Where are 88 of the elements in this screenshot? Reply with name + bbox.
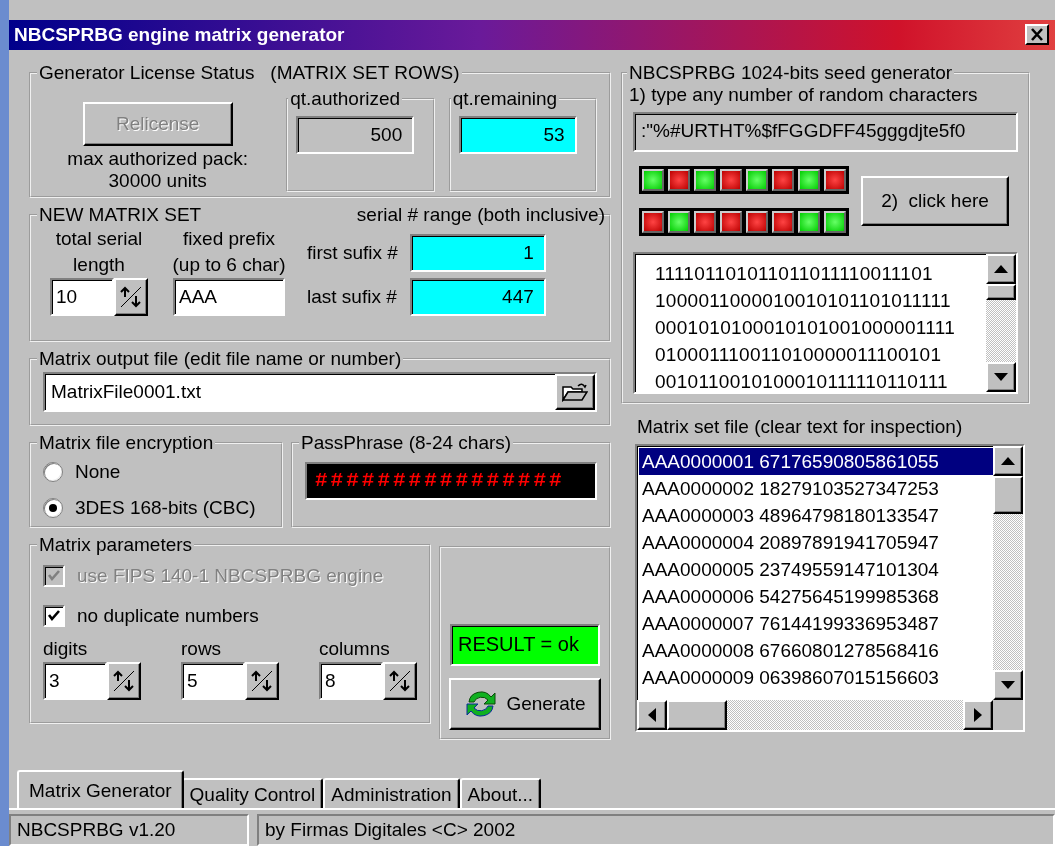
close-button[interactable] bbox=[1025, 24, 1049, 46]
tab[interactable]: About... bbox=[459, 778, 542, 808]
down-arrow-icon bbox=[1001, 680, 1015, 689]
tab[interactable]: Administration bbox=[323, 778, 460, 808]
up-arrow-icon bbox=[1001, 456, 1015, 465]
left-arrow-icon bbox=[648, 707, 656, 722]
window-title: NBCSPRBG engine matrix generator bbox=[14, 23, 345, 46]
down-arrow-icon bbox=[994, 372, 1008, 381]
tab[interactable]: Matrix Generator bbox=[17, 770, 184, 808]
max-pack-text: max authorized pack: bbox=[67, 147, 248, 170]
browse-button[interactable] bbox=[555, 373, 595, 410]
radio-button[interactable] bbox=[43, 497, 63, 518]
bit-string: 111101101011011011110011101 bbox=[655, 261, 934, 286]
group-title: Matrix file encryption bbox=[38, 431, 215, 454]
field-label: columns bbox=[319, 637, 391, 660]
prefix-field[interactable]: AAA bbox=[173, 277, 285, 316]
list-row[interactable]: AAA0000004 20897891941705947 bbox=[639, 528, 993, 556]
instruction-text: 1) type any number of random characters bbox=[629, 83, 979, 106]
list-row[interactable]: AAA0000001 67176590805861055 bbox=[639, 447, 993, 475]
radio-label: 3DES 168-bits (CBC) bbox=[75, 496, 256, 519]
list-row[interactable]: AAA0000006 54275645199985368 bbox=[639, 582, 993, 610]
generate-button[interactable]: Generate bbox=[449, 677, 601, 730]
list-row[interactable]: AAA0000005 23749559147101304 bbox=[639, 555, 993, 583]
authorized-count-field: 500 bbox=[296, 115, 415, 154]
field-label: qt.remaining bbox=[451, 87, 559, 110]
number-field[interactable]: 8 bbox=[319, 661, 383, 700]
bit-string: 0001010100010101001000001111 bbox=[655, 315, 957, 340]
click-here-button[interactable]: 2) click here bbox=[861, 175, 1009, 226]
number-field[interactable]: 3 bbox=[43, 661, 107, 700]
field-label: qt.authorized bbox=[289, 87, 402, 110]
checkbox-label: use FIPS 140-1 NBCSPRBG engine bbox=[77, 564, 384, 587]
tab[interactable]: Quality Control bbox=[181, 778, 324, 808]
range-title: serial # range (both inclusive) bbox=[356, 203, 605, 226]
field-label: rows bbox=[181, 637, 223, 660]
checkbox-label: no duplicate numbers bbox=[77, 604, 259, 627]
bit-string: 0010110010100010111110110111 bbox=[655, 369, 949, 392]
radio-button[interactable] bbox=[43, 461, 63, 482]
radio-label: None bbox=[75, 460, 121, 483]
status-text: NBCSPRBG v1.20 bbox=[9, 814, 249, 846]
scroll-down-button[interactable] bbox=[986, 361, 1016, 392]
up-arrow-icon bbox=[994, 264, 1008, 273]
group-subtitle: (MATRIX SET ROWS) bbox=[270, 61, 460, 83]
remaining-count-field: 53 bbox=[458, 115, 577, 154]
passphrase-field[interactable]: ################ bbox=[305, 461, 597, 500]
scroll-right-button[interactable] bbox=[963, 699, 993, 730]
number-field[interactable]: 5 bbox=[181, 661, 245, 700]
open-folder-icon bbox=[562, 381, 588, 402]
spin-button[interactable] bbox=[107, 661, 141, 700]
group-title: Matrix output file (edit file name or number) bbox=[38, 347, 403, 370]
group-title: Generator License Status bbox=[39, 61, 255, 83]
list-row[interactable]: AAA0000003 48964798180133547 bbox=[639, 501, 993, 529]
field-label: first sufix # bbox=[307, 241, 398, 264]
field-label: last sufix # bbox=[307, 285, 398, 308]
scroll-left-button[interactable] bbox=[637, 699, 667, 730]
result-indicator: RESULT = ok bbox=[450, 623, 600, 666]
seed-text-field[interactable]: :"%#URTHT%$fFGGDFF45gggdjte5f0 bbox=[633, 111, 1018, 152]
group-title: PassPhrase (8-24 chars) bbox=[300, 431, 513, 454]
group-title: NEW MATRIX SET bbox=[39, 203, 202, 226]
right-arrow-icon bbox=[974, 707, 982, 722]
scroll-thumb[interactable] bbox=[993, 475, 1023, 514]
close-icon bbox=[1030, 28, 1044, 42]
list-row[interactable]: AAA0000008 67660801278568416 bbox=[639, 636, 993, 664]
list-row[interactable]: AAA0000009 06398607015156603 bbox=[639, 663, 993, 691]
list-row[interactable]: AAA0000002 18279103527347253 bbox=[639, 474, 993, 502]
field-label: fixed prefix (up to 6 char) bbox=[172, 226, 286, 277]
bit-string: 010001110011010000011100101 bbox=[655, 342, 943, 367]
spin-button[interactable] bbox=[245, 661, 279, 700]
status-text: by Firmas Digitales <C> 2002 bbox=[257, 814, 1055, 846]
first-suffix-field[interactable]: 1 bbox=[409, 233, 546, 272]
field-label: total serial length bbox=[55, 226, 143, 277]
field-label: digits bbox=[43, 637, 89, 660]
max-units-text: 30000 units bbox=[108, 169, 207, 192]
list-title: Matrix set file (clear text for inspection) bbox=[637, 415, 964, 438]
file-name-field[interactable]: MatrixFile0001.txt bbox=[43, 371, 597, 412]
number-field[interactable]: 10 bbox=[50, 277, 114, 316]
scrollbar-corner bbox=[993, 699, 1023, 730]
spin-button[interactable] bbox=[114, 277, 148, 316]
checkbox[interactable] bbox=[43, 604, 65, 627]
bit-string: 1000011000010010101101011111 bbox=[655, 288, 952, 313]
spin-button[interactable] bbox=[383, 661, 417, 700]
list-row[interactable]: AAA0000007 76144199336953487 bbox=[639, 609, 993, 637]
last-suffix-field[interactable]: 447 bbox=[409, 277, 546, 316]
scroll-thumb[interactable] bbox=[667, 699, 727, 730]
scroll-up-button[interactable] bbox=[993, 445, 1023, 476]
scroll-down-button[interactable] bbox=[993, 669, 1023, 700]
group-title: NBCSPRBG 1024-bits seed generator bbox=[628, 61, 954, 84]
scroll-up-button[interactable] bbox=[986, 253, 1016, 284]
group-title: Matrix parameters bbox=[38, 533, 194, 556]
